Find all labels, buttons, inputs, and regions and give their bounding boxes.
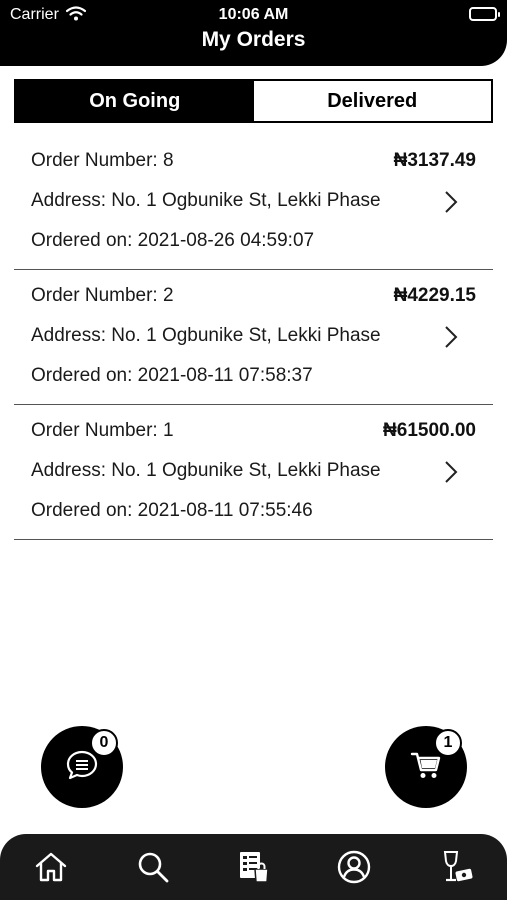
chat-count-badge: 0 — [90, 729, 118, 757]
status-time: 10:06 AM — [218, 6, 289, 23]
order-price: ₦61500.00 — [383, 420, 476, 441]
order-item[interactable]: Order Number: 8 ₦3137.49 Address: No. 1 … — [14, 135, 493, 270]
page-title: My Orders — [201, 28, 306, 51]
app-header: Carrier 10:06 AM My Orders — [0, 0, 507, 66]
order-date: Ordered on: 2021-08-11 07:58:37 — [31, 365, 313, 386]
orders-list: Order Number: 8 ₦3137.49 Address: No. 1 … — [14, 135, 493, 540]
order-address: Address: No. 1 Ogbunike St, Lekki Phase — [31, 325, 381, 346]
chevron-right-icon[interactable] — [444, 460, 458, 489]
profile-icon[interactable] — [334, 847, 374, 887]
order-status-tabs: On Going Delivered — [14, 79, 493, 123]
status-bar: Carrier 10:06 AM — [0, 0, 507, 28]
order-price: ₦3137.49 — [393, 150, 476, 171]
order-number: Order Number: 2 — [31, 285, 174, 306]
chevron-right-icon[interactable] — [444, 190, 458, 219]
tab-on-going[interactable]: On Going — [16, 81, 254, 121]
bottom-navigation — [0, 834, 507, 900]
order-number: Order Number: 8 — [31, 150, 174, 171]
search-icon[interactable] — [133, 847, 173, 887]
orders-icon[interactable] — [234, 847, 274, 887]
home-icon[interactable] — [31, 847, 71, 887]
order-address: Address: No. 1 Ogbunike St, Lekki Phase — [31, 460, 381, 481]
order-address: Address: No. 1 Ogbunike St, Lekki Phase — [31, 190, 381, 211]
tab-delivered[interactable]: Delivered — [253, 81, 491, 121]
order-date: Ordered on: 2021-08-26 04:59:07 — [31, 230, 315, 251]
cart-count-badge: 1 — [434, 729, 462, 757]
chevron-right-icon[interactable] — [444, 325, 458, 354]
order-price: ₦4229.15 — [393, 285, 476, 306]
battery-icon — [469, 7, 500, 21]
order-item[interactable]: Order Number: 1 ₦61500.00 Address: No. 1… — [14, 405, 493, 540]
order-number: Order Number: 1 — [31, 420, 174, 441]
wine-voucher-icon[interactable] — [437, 847, 477, 887]
order-item[interactable]: Order Number: 2 ₦4229.15 Address: No. 1 … — [14, 270, 493, 405]
order-date: Ordered on: 2021-08-11 07:55:46 — [31, 500, 313, 521]
